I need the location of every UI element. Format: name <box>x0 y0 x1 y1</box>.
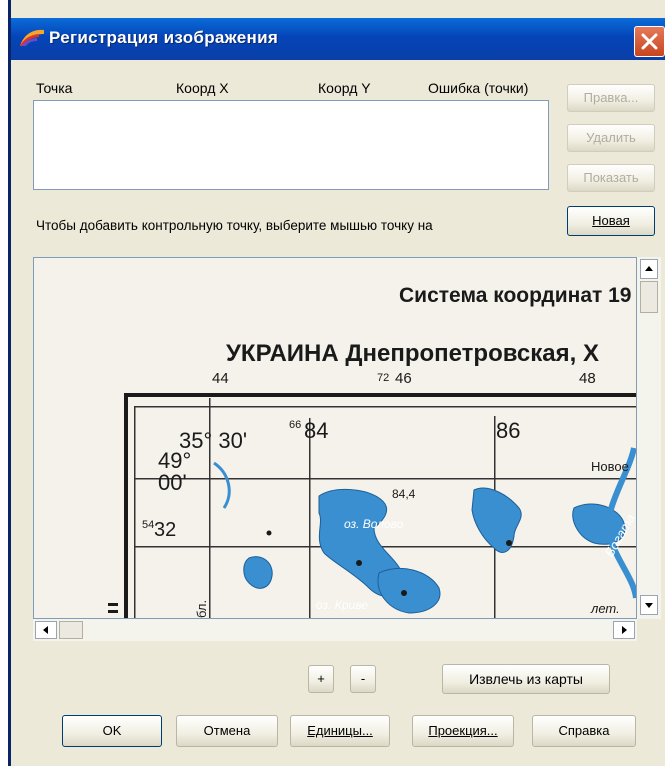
instruction-text: Чтобы добавить контрольную точку, выбери… <box>36 218 433 233</box>
edit-button[interactable]: Правка... <box>567 84 655 112</box>
window-title: Регистрация изображения <box>49 28 279 47</box>
new-point-button[interactable]: Новая <box>567 206 655 236</box>
grid-label-48: 48 <box>579 370 596 387</box>
lake-volovo-label: оз. Волово <box>344 517 404 531</box>
column-header-y: Коорд Y <box>318 80 371 96</box>
side-label-54: 54 <box>142 519 154 531</box>
point-marker-2 <box>506 540 512 546</box>
arrow-up-icon <box>645 266 653 271</box>
map-frame-outer-top <box>124 393 636 397</box>
spot-height-label: 84,4 <box>392 487 416 501</box>
scroll-up-button[interactable] <box>640 259 658 279</box>
scroll-left-button[interactable] <box>35 621 57 639</box>
zoom-in-button[interactable]: + <box>308 665 334 693</box>
projection-button[interactable]: Проекция... <box>412 715 514 747</box>
cancel-button-label: Отмена <box>203 723 251 738</box>
grid-label-46: 46 <box>395 370 412 387</box>
topographic-map[interactable]: Система координат 19 УКРАИНА Днепропетро… <box>34 258 636 618</box>
column-header-error: Ошибка (точки) <box>428 80 529 96</box>
delete-button-label: Удалить <box>586 130 636 145</box>
app-icon <box>20 29 44 46</box>
ok-button-label: OK <box>102 723 122 738</box>
edge-label: бл. <box>194 600 209 618</box>
control-points-list[interactable] <box>33 100 549 190</box>
scroll-right-button[interactable] <box>613 621 635 639</box>
edge-mark-1 <box>108 603 118 606</box>
help-button[interactable]: Справка <box>532 715 636 747</box>
lat-label-00: 00' <box>158 470 187 495</box>
help-button-label: Справка <box>558 723 610 738</box>
arrow-right-icon <box>622 626 627 634</box>
place-label-novoe: Новое <box>591 459 629 474</box>
edit-button-label: Правка... <box>583 90 639 105</box>
grid-label-86: 86 <box>496 418 520 443</box>
column-header-x: Коорд X <box>176 80 229 96</box>
new-point-button-label: Новая <box>592 213 630 228</box>
point-marker-1 <box>356 560 362 566</box>
extract-from-map-button[interactable]: Извлечь из карты <box>442 664 610 694</box>
map-region-text: УКРАИНА Днепропетровская, Х <box>226 340 599 367</box>
zoom-out-button[interactable]: - <box>350 665 376 693</box>
window-border <box>8 0 11 766</box>
delete-button[interactable]: Удалить <box>567 124 655 152</box>
close-button[interactable] <box>634 26 665 57</box>
vertical-scrollbar[interactable] <box>637 257 661 619</box>
dialog-window: Регистрация изображения Точка Коорд X Ко… <box>0 0 665 766</box>
units-button-label: Единицы... <box>307 723 373 738</box>
zoom-out-label: - <box>360 671 366 686</box>
units-button[interactable]: Единицы... <box>290 715 390 747</box>
title-bar[interactable]: Регистрация изображения <box>11 18 665 60</box>
show-button-label: Показать <box>583 170 639 185</box>
map-image-view[interactable]: Система координат 19 УКРАИНА Днепропетро… <box>33 257 637 619</box>
grid-line-h2 <box>134 546 636 548</box>
grid-line-h1 <box>134 478 636 480</box>
side-label-32: 32 <box>154 519 176 541</box>
projection-button-label: Проекция... <box>428 723 498 738</box>
grid-label-84: 84 <box>304 418 328 443</box>
grid-line-v2 <box>309 418 311 618</box>
point-marker-4 <box>266 530 272 536</box>
close-icon <box>641 33 658 50</box>
cancel-button[interactable]: Отмена <box>176 715 278 747</box>
grid-label-44: 44 <box>212 370 229 387</box>
ok-button[interactable]: OK <box>62 715 162 747</box>
arrow-down-icon <box>645 603 653 608</box>
map-frame-inner-left <box>134 406 136 618</box>
window-left-edge <box>0 0 8 766</box>
map-frame-outer-left <box>124 393 128 618</box>
show-button[interactable]: Показать <box>567 164 655 192</box>
edge-mark-2 <box>108 610 118 613</box>
zoom-in-label: + <box>317 671 325 686</box>
vertical-scroll-thumb[interactable] <box>640 281 658 313</box>
place-label-let: лет. <box>590 601 620 616</box>
extract-from-map-label: Извлечь из карты <box>469 671 583 687</box>
horizontal-scrollbar[interactable] <box>33 619 637 641</box>
scroll-down-button[interactable] <box>640 595 658 615</box>
arrow-left-icon <box>43 626 48 634</box>
column-header-point: Точка <box>36 80 73 96</box>
grid-label-72: 72 <box>377 372 389 384</box>
point-marker-3 <box>401 590 407 596</box>
map-header-text: Система координат 19 <box>399 284 632 307</box>
lake-krive-label: оз. Криве <box>316 598 368 612</box>
grid-label-66: 66 <box>289 419 301 431</box>
horizontal-scroll-thumb[interactable] <box>59 621 83 639</box>
